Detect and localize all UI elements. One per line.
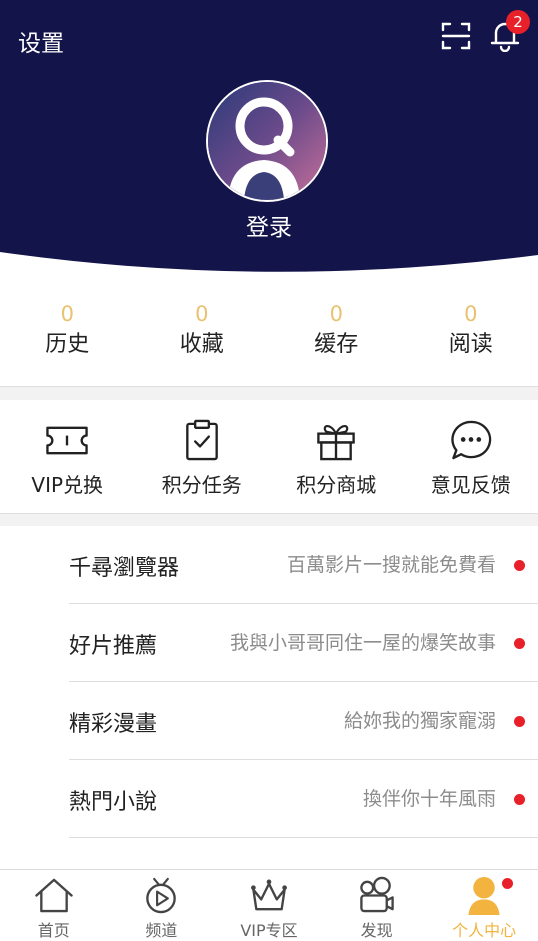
profile-page: 设置 2 登录 0 历史 0 收藏 0 缓存 0 阅读 VIP兑换 积分任务 积…	[0, 0, 538, 941]
stat-value: 0	[464, 302, 478, 326]
list-item[interactable]: 熱門小說 換伴你十年風雨	[0, 760, 538, 838]
tab-label: 频道	[145, 921, 178, 940]
points-mall-button[interactable]: 积分商城	[269, 418, 404, 498]
home-icon	[35, 878, 73, 913]
ticket-icon	[46, 426, 88, 455]
list-item-title: 千尋瀏覽器	[69, 556, 180, 581]
list-item-title: 熱門小說	[69, 790, 158, 815]
list-item-desc: 換伴你十年風雨	[362, 788, 496, 810]
tab-label: VIP专区	[240, 921, 298, 940]
person-icon	[468, 876, 500, 915]
profile-header: 设置 2 登录	[0, 0, 538, 280]
list-item[interactable]: 好片推薦 我與小哥哥同住一屋的爆笑故事	[0, 604, 538, 682]
unread-dot	[514, 794, 525, 805]
tab-discover[interactable]: 发现	[323, 870, 431, 941]
stat-history[interactable]: 0 历史	[0, 300, 135, 370]
promo-list: 千尋瀏覽器 百萬影片一搜就能免費看 好片推薦 我與小哥哥同住一屋的爆笑故事 精彩…	[0, 526, 538, 838]
tab-channels[interactable]: 频道	[108, 870, 216, 941]
tab-label: 个人中心	[452, 921, 517, 940]
stat-label: 历史	[45, 332, 90, 357]
unread-dot	[502, 878, 514, 889]
login-button[interactable]: 登录	[0, 208, 538, 242]
action-label: 积分任务	[161, 473, 242, 497]
tab-vip[interactable]: VIP专区	[215, 870, 323, 941]
list-item-title: 好片推薦	[69, 634, 158, 659]
stat-label: 缓存	[314, 332, 359, 357]
unread-dot	[514, 638, 525, 649]
camera-icon	[359, 876, 394, 913]
stat-label: 收藏	[179, 332, 224, 357]
unread-dot	[514, 716, 525, 727]
gift-icon	[317, 425, 356, 461]
stat-value: 0	[329, 302, 343, 326]
clipboard-check-icon	[185, 419, 218, 461]
action-label: 意见反馈	[430, 473, 511, 497]
tab-label: 首页	[37, 921, 70, 940]
points-tasks-button[interactable]: 积分任务	[135, 418, 270, 498]
action-label: VIP兑换	[31, 473, 104, 497]
stat-value: 0	[195, 302, 209, 326]
section-divider	[0, 386, 538, 400]
action-label: 积分商城	[296, 473, 377, 497]
tab-home[interactable]: 首页	[0, 870, 108, 941]
list-item[interactable]: 千尋瀏覽器 百萬影片一搜就能免費看	[0, 526, 538, 604]
tv-play-icon	[146, 877, 177, 914]
list-item-desc: 百萬影片一搜就能免費看	[286, 554, 496, 576]
crown-icon	[251, 879, 287, 911]
default-avatar-icon	[208, 82, 326, 200]
row-divider	[69, 837, 538, 838]
settings-button[interactable]: 设置	[18, 24, 64, 58]
list-item-desc: 給妳我的獨家寵溺	[343, 710, 496, 732]
list-item-desc: 我與小哥哥同住一屋的爆笑故事	[229, 632, 496, 654]
stats-bar: 0 历史 0 收藏 0 缓存 0 阅读	[0, 300, 538, 370]
unread-dot	[514, 560, 525, 571]
list-item-title: 精彩漫畫	[69, 712, 158, 737]
stat-cache[interactable]: 0 缓存	[269, 300, 404, 370]
stat-reading[interactable]: 0 阅读	[404, 300, 538, 370]
stat-value: 0	[60, 302, 74, 326]
avatar[interactable]	[206, 80, 328, 202]
bottom-tab-bar: 首页 频道 VIP专区 发现 个人中心	[0, 869, 538, 941]
quick-actions: VIP兑换 积分任务 积分商城 意见反馈	[0, 418, 538, 498]
stat-favorites[interactable]: 0 收藏	[135, 300, 270, 370]
chat-bubble-icon	[451, 420, 491, 460]
feedback-button[interactable]: 意见反馈	[404, 418, 538, 498]
scan-icon[interactable]	[440, 20, 472, 52]
vip-redeem-button[interactable]: VIP兑换	[0, 418, 135, 498]
tab-label: 发现	[360, 921, 393, 940]
notification-badge: 2	[506, 10, 530, 34]
list-item[interactable]: 精彩漫畫 給妳我的獨家寵溺	[0, 682, 538, 760]
tab-profile[interactable]: 个人中心	[430, 870, 538, 941]
section-divider	[0, 513, 538, 526]
stat-label: 阅读	[448, 332, 493, 357]
